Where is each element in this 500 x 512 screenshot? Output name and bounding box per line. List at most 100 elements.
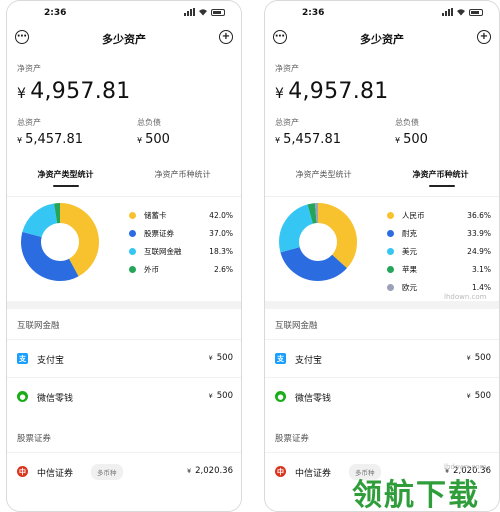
net-assets-amount: 4,957.81 bbox=[30, 79, 131, 104]
divider bbox=[265, 196, 499, 197]
currency-symbol: ¥ bbox=[187, 467, 192, 475]
currency-symbol: ¥ bbox=[17, 86, 27, 102]
multi-currency-tag: 多币种 bbox=[91, 464, 123, 480]
net-assets-value: ¥4,957.81 bbox=[275, 79, 389, 104]
active-tab-indicator bbox=[429, 185, 455, 187]
tab-currency-stats[interactable]: 净资产币种统计 bbox=[124, 169, 241, 180]
account-amount-value: 500 bbox=[216, 353, 233, 363]
legend-name: 储蓄卡 bbox=[144, 210, 167, 220]
tab-type-stats[interactable]: 净资产类型统计 bbox=[265, 169, 382, 180]
legend-name: 欧元 bbox=[402, 282, 417, 292]
battery-icon bbox=[469, 8, 483, 16]
legend-percent: 2.6% bbox=[213, 264, 233, 274]
divider bbox=[7, 196, 241, 197]
total-assets-label: 总资产 bbox=[275, 118, 299, 127]
alipay-icon: 支 bbox=[275, 353, 286, 364]
legend-item: 股票证券 37.0% bbox=[129, 224, 233, 242]
legend-name: 互联网金融 bbox=[144, 246, 182, 256]
chart-legend: 人民币 36.6% 耐克 33.9% 美元 24.9% 苹果 3.1% 欧元 1.4% bbox=[387, 206, 491, 296]
account-amount-value: 2,020.36 bbox=[195, 466, 233, 476]
currency-symbol: ¥ bbox=[17, 136, 23, 145]
total-assets-label: 总资产 bbox=[17, 118, 41, 127]
currency-symbol: ¥ bbox=[208, 354, 213, 362]
account-amount-value: 500 bbox=[474, 391, 491, 401]
account-row-wechat[interactable]: ● 微信零钱 ¥500 bbox=[7, 377, 241, 415]
account-row-alipay[interactable]: 支 支付宝 ¥500 bbox=[7, 339, 241, 377]
account-amount: ¥2,020.36 bbox=[187, 466, 233, 476]
total-assets-amount: 5,457.81 bbox=[283, 132, 341, 147]
summary-panel: 2:36 ⋯ 多少资产 + 净资产 ¥4,957.81 总资产 ¥5,457.8… bbox=[265, 1, 499, 301]
net-assets-value: ¥4,957.81 bbox=[17, 79, 131, 104]
status-time: 2:36 bbox=[44, 8, 67, 18]
legend-percent: 3.1% bbox=[471, 264, 491, 274]
legend-name: 耐克 bbox=[402, 228, 417, 238]
phone-screen-type-stats: 2:36 ⋯ 多少资产 + 净资产 ¥4,957.81 总资产 ¥5,457.8… bbox=[6, 0, 242, 512]
currency-symbol: ¥ bbox=[395, 136, 401, 145]
phone-screen-currency-stats: 2:36 ⋯ 多少资产 + 净资产 ¥4,957.81 总资产 ¥5,457.8… bbox=[264, 0, 500, 512]
nav-bar: ⋯ 多少资产 + bbox=[7, 27, 241, 51]
wechat-icon: ● bbox=[17, 391, 28, 402]
section-internet-finance: 互联网金融 支 支付宝 ¥500 ● 微信零钱 ¥500 bbox=[265, 309, 499, 425]
account-row-citic[interactable]: 中 中信证券 多币种 ¥2,020.36 bbox=[7, 452, 241, 490]
watermark-site: lhdown.com bbox=[444, 293, 487, 301]
signal-icon bbox=[184, 8, 195, 16]
legend-percent: 33.9% bbox=[467, 228, 491, 238]
net-assets-label: 净资产 bbox=[275, 64, 299, 73]
section-title: 互联网金融 bbox=[17, 321, 60, 331]
signal-icon bbox=[442, 8, 453, 16]
nav-bar: ⋯ 多少资产 + bbox=[265, 27, 499, 51]
total-liabilities-amount: 500 bbox=[145, 132, 170, 147]
legend-percent: 36.6% bbox=[467, 210, 491, 220]
legend-percent: 37.0% bbox=[209, 228, 233, 238]
summary-panel: 2:36 ⋯ 多少资产 + 净资产 ¥4,957.81 总资产 ¥5,457.8… bbox=[7, 1, 241, 301]
section-title: 互联网金融 bbox=[275, 321, 318, 331]
account-amount-value: 500 bbox=[216, 391, 233, 401]
tab-currency-stats[interactable]: 净资产币种统计 bbox=[382, 169, 499, 180]
stats-tabs: 净资产类型统计 净资产币种统计 bbox=[7, 163, 241, 189]
account-name: 支付宝 bbox=[37, 356, 65, 366]
section-gap bbox=[265, 301, 499, 309]
account-name: 中信证券 bbox=[37, 469, 74, 479]
legend-item: 储蓄卡 42.0% bbox=[129, 206, 233, 224]
chart-legend: 储蓄卡 42.0% 股票证券 37.0% 互联网金融 18.3% 外币 2.6% bbox=[129, 206, 233, 278]
account-amount: ¥500 bbox=[467, 391, 491, 401]
total-assets-value: ¥5,457.81 bbox=[17, 132, 83, 147]
tab-type-stats[interactable]: 净资产类型统计 bbox=[7, 169, 124, 180]
total-liabilities-value: ¥500 bbox=[395, 132, 428, 147]
section-title: 股票证券 bbox=[275, 434, 310, 444]
legend-item: 外币 2.6% bbox=[129, 260, 233, 278]
section-internet-finance: 互联网金融 支 支付宝 ¥500 ● 微信零钱 ¥500 bbox=[7, 309, 241, 425]
add-icon[interactable]: + bbox=[219, 30, 233, 44]
legend-dot-icon bbox=[387, 229, 394, 237]
wifi-icon bbox=[199, 9, 207, 16]
legend-name: 美元 bbox=[402, 246, 417, 256]
stats-tabs: 净资产类型统计 净资产币种统计 bbox=[265, 163, 499, 189]
currency-symbol: ¥ bbox=[137, 136, 143, 145]
total-liabilities-value: ¥500 bbox=[137, 132, 170, 147]
account-name: 微信零钱 bbox=[37, 394, 74, 404]
legend-name: 外币 bbox=[144, 264, 159, 274]
account-amount: ¥500 bbox=[467, 353, 491, 363]
total-liabilities-label: 总负债 bbox=[137, 118, 161, 127]
legend-dot-icon bbox=[387, 211, 394, 219]
legend-item: 互联网金融 18.3% bbox=[129, 242, 233, 260]
currency-symbol: ¥ bbox=[275, 136, 281, 145]
account-row-alipay[interactable]: 支 支付宝 ¥500 bbox=[265, 339, 499, 377]
active-tab-indicator bbox=[53, 185, 79, 187]
legend-dot-icon bbox=[129, 211, 136, 219]
total-liabilities-label: 总负债 bbox=[395, 118, 419, 127]
legend-percent: 1.4% bbox=[471, 282, 491, 292]
account-name: 支付宝 bbox=[295, 356, 323, 366]
net-assets-amount: 4,957.81 bbox=[288, 79, 389, 104]
legend-name: 苹果 bbox=[402, 264, 417, 274]
total-assets-value: ¥5,457.81 bbox=[275, 132, 341, 147]
watermark-logo: 领航下载 bbox=[352, 478, 480, 512]
add-icon[interactable]: + bbox=[477, 30, 491, 44]
account-name: 微信零钱 bbox=[295, 394, 332, 404]
legend-percent: 18.3% bbox=[209, 246, 233, 256]
currency-symbol: ¥ bbox=[466, 392, 471, 400]
page-title: 多少资产 bbox=[102, 33, 146, 46]
account-row-wechat[interactable]: ● 微信零钱 ¥500 bbox=[265, 377, 499, 415]
legend-percent: 24.9% bbox=[467, 246, 491, 256]
status-bar: 2:36 bbox=[7, 1, 241, 23]
